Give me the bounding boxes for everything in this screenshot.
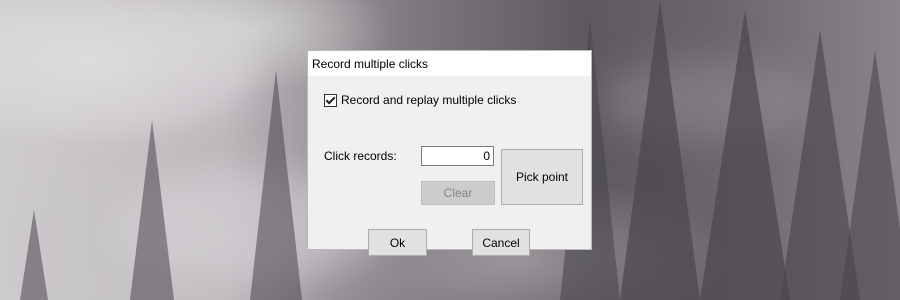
record-multiple-clicks-dialog: Record multiple clicks Record and replay… (307, 50, 592, 256)
pick-point-button-label: Pick point (515, 170, 569, 184)
checkbox-checked-icon[interactable] (324, 93, 337, 107)
dialog-content: Record and replay multiple clicks Click … (308, 76, 591, 256)
cancel-button-label: Cancel (482, 235, 520, 250)
dialog-titlebar[interactable]: Record multiple clicks (308, 51, 591, 76)
click-records-field[interactable]: 0 (421, 146, 494, 166)
click-records-label: Click records: (324, 149, 397, 163)
desktop-wallpaper: Record multiple clicks Record and replay… (0, 0, 900, 300)
clear-button-label: Clear (443, 186, 473, 200)
dialog-title: Record multiple clicks (312, 56, 429, 71)
pick-point-button[interactable]: Pick point (501, 149, 583, 205)
clear-button[interactable]: Clear (421, 181, 495, 205)
cancel-button[interactable]: Cancel (472, 229, 530, 256)
record-replay-checkbox-label: Record and replay multiple clicks (341, 93, 517, 107)
record-replay-checkbox[interactable]: Record and replay multiple clicks (324, 93, 516, 107)
ok-button-label: Ok (389, 235, 406, 250)
ok-button[interactable]: Ok (368, 229, 427, 256)
